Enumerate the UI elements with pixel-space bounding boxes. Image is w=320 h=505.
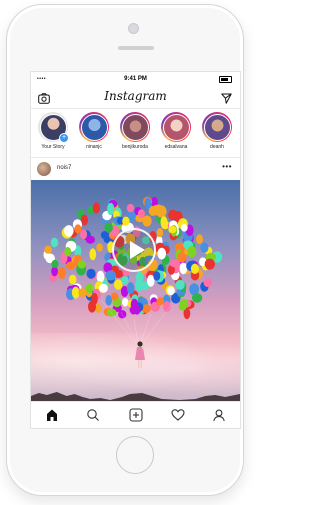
balloon (104, 222, 113, 233)
search-icon[interactable] (86, 408, 100, 422)
add-icon[interactable] (129, 408, 143, 422)
balloon (121, 275, 129, 285)
story-avatar: + (38, 112, 69, 143)
heart-icon[interactable] (171, 408, 185, 422)
story-edsalvana[interactable]: edsalvana (156, 112, 196, 150)
story-name: Your Story (41, 144, 65, 150)
direct-message-icon[interactable] (221, 91, 232, 109)
app-screen: •••• 9:41 PM Instagram + Your Story nina… (30, 71, 241, 429)
balloon (64, 225, 74, 237)
front-camera (128, 23, 139, 34)
balloon (107, 202, 115, 216)
balloon (74, 224, 82, 234)
avatar[interactable] (37, 162, 51, 176)
balloon (64, 247, 72, 257)
bottom-tab-bar (31, 401, 240, 428)
balloon (106, 308, 117, 317)
phone-frame: •••• 9:41 PM Instagram + Your Story nina… (6, 4, 244, 496)
balloon (168, 209, 178, 221)
balloon (204, 258, 215, 270)
post-username[interactable]: nois7 (57, 165, 71, 171)
story-deanh[interactable]: deanh (197, 112, 237, 150)
story-name: benjikuroda (122, 144, 148, 150)
balloon (157, 247, 166, 260)
earpiece-speaker (118, 46, 154, 50)
play-button[interactable] (112, 228, 156, 272)
balloon (168, 225, 177, 234)
story-benjikuroda[interactable]: benjikuroda (115, 112, 155, 150)
balloon (105, 270, 117, 281)
status-bar: •••• 9:41 PM (31, 72, 240, 86)
home-icon[interactable] (45, 408, 59, 422)
profile-icon[interactable] (212, 408, 226, 422)
balloon (122, 297, 129, 307)
balloon (98, 283, 108, 293)
balloon (58, 267, 66, 279)
balloon (92, 202, 100, 214)
story-ninanjc[interactable]: ninanjc (74, 112, 114, 150)
balloon (88, 300, 96, 313)
balloon (200, 242, 209, 253)
balloon (175, 279, 185, 290)
balloon (160, 216, 168, 228)
post-video[interactable] (31, 180, 240, 403)
story-name: edsalvana (164, 144, 188, 150)
balloon (190, 263, 199, 274)
balloon (196, 234, 203, 245)
girl-figure (135, 340, 145, 368)
balloon (122, 216, 130, 226)
balloon (203, 278, 213, 287)
top-bar: Instagram (31, 86, 240, 109)
balloon (133, 305, 141, 315)
balloon (78, 288, 87, 298)
balloon (153, 271, 161, 281)
stories-row: + Your Story ninanjc benjikuroda edsalva… (31, 109, 240, 158)
balloon (68, 274, 77, 285)
balloon (152, 205, 159, 216)
story-name: deanh (210, 144, 224, 150)
balloon (179, 262, 188, 275)
post-header: nois7 ••• (31, 158, 240, 180)
home-button[interactable] (116, 436, 154, 474)
balloon (80, 229, 88, 240)
story-avatar (161, 112, 191, 142)
balloon (178, 302, 187, 311)
balloon (114, 279, 123, 290)
status-time: 9:41 PM (124, 76, 147, 82)
balloon (71, 286, 80, 299)
balloon (156, 297, 165, 306)
balloon (44, 245, 52, 254)
balloon (50, 237, 59, 248)
balloon (187, 246, 197, 258)
balloon (85, 283, 94, 294)
instagram-logo: Instagram (104, 89, 167, 103)
balloon (89, 248, 97, 261)
add-story-icon: + (59, 133, 69, 143)
balloon (86, 268, 96, 279)
balloon (169, 259, 180, 268)
balloon (137, 209, 145, 218)
story-name: ninanjc (86, 144, 102, 150)
story-avatar (202, 112, 232, 142)
story-your-story[interactable]: + Your Story (33, 112, 73, 150)
story-avatar (79, 112, 109, 142)
battery-icon (219, 76, 232, 83)
balloon (96, 243, 103, 252)
balloon (85, 235, 95, 244)
balloon (126, 203, 135, 213)
balloon (110, 292, 119, 301)
balloon (180, 224, 188, 232)
balloon (156, 228, 164, 238)
balloon (135, 271, 144, 284)
more-options-icon[interactable]: ••• (222, 162, 232, 171)
balloon (167, 286, 175, 296)
balloon (191, 293, 203, 303)
balloon (126, 282, 135, 295)
story-avatar (120, 112, 150, 142)
balloon (96, 270, 105, 283)
balloon (144, 197, 152, 209)
balloon (77, 260, 86, 269)
balloon (51, 259, 59, 268)
